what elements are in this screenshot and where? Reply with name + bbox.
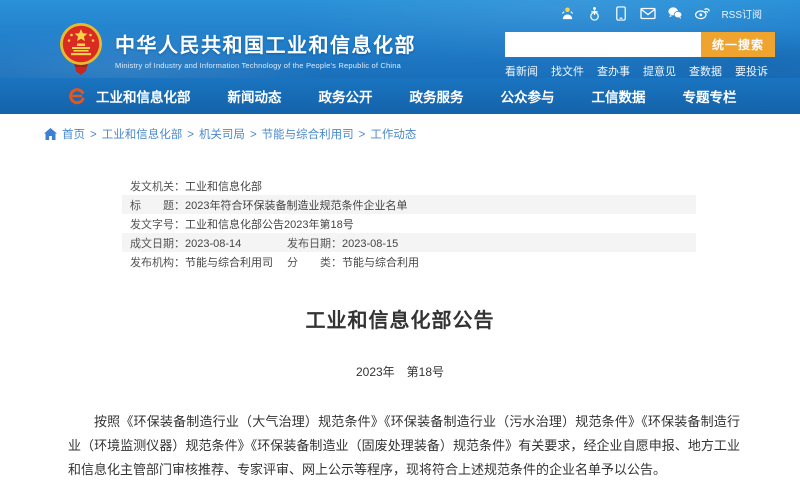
meta-cell: 成文日期：2023-08-14	[130, 235, 287, 251]
mobile-icon[interactable]	[613, 5, 629, 21]
rss-link[interactable]: RSS订阅	[721, 6, 762, 21]
nav-item[interactable]: 工业和信息化部	[96, 86, 191, 106]
nav-item[interactable]: 公众参与	[501, 86, 555, 106]
nav-item[interactable]: 工信数据	[592, 86, 646, 106]
breadcrumb-separator: >	[187, 129, 194, 141]
quick-link[interactable]: 找文件	[551, 63, 584, 78]
breadcrumb-items: 首页 > 工业和信息化部 > 机关司局 > 节能与综合利用司 > 工作动态>	[62, 126, 416, 142]
meta-label: 标 题：	[130, 200, 185, 212]
meta-row: 成文日期：2023-08-14 发布日期：2023-08-15	[122, 233, 696, 252]
document-number: 2023年 第18号	[0, 363, 800, 380]
doc-meta-table: 发文机关：工业和信息化部 标 题：2023年符合环保装备制造业规范条件企业名单 …	[122, 176, 696, 271]
meta-row: 发文字号：工业和信息化部公告2023年第18号	[122, 214, 696, 233]
document-body: 按照《环保装备制造行业（大气治理）规范条件》《环保装备制造行业（污水治理）规范条…	[0, 380, 800, 482]
nav-item[interactable]: 政务服务	[410, 86, 464, 106]
breadcrumb: 首页 > 工业和信息化部 > 机关司局 > 节能与综合利用司 > 工作动态>	[0, 114, 800, 142]
breadcrumb-item: 工业和信息化部 >	[102, 129, 199, 141]
national-emblem-icon	[56, 22, 106, 76]
accessibility-icon[interactable]	[586, 5, 602, 21]
nav-item[interactable]: 专题专栏	[683, 86, 737, 106]
quick-link[interactable]: 看新闻	[505, 63, 538, 78]
meta-cell: 发布机构：节能与综合利用司	[130, 254, 287, 270]
paragraph: 按照《环保装备制造行业（大气治理）规范条件》《环保装备制造行业（污水治理）规范条…	[68, 410, 740, 482]
quick-links: 看新闻找文件查办事提意见查数据要投诉	[505, 63, 775, 78]
site-title: 中华人民共和国工业和信息化部	[115, 29, 416, 58]
meta-label: 发布机构：	[130, 257, 185, 269]
breadcrumb-item: 工作动态>	[370, 129, 416, 141]
content: 首页>工业和信息化部>机关司局>节能与综合利用司>工作动态> 发文机关：工业和信…	[0, 114, 800, 482]
meta-value: 工业和信息化部公告2023年第18号	[185, 219, 354, 231]
quick-link[interactable]: 提意见	[643, 63, 676, 78]
meta-row: 发文机关：工业和信息化部	[122, 176, 696, 195]
sign-language-icon[interactable]	[559, 5, 575, 21]
breadcrumb-item: 机关司局 >	[199, 129, 262, 141]
weibo-icon[interactable]	[694, 5, 710, 21]
meta-label: 发文字号：	[130, 219, 185, 231]
meta-label: 发文机关：	[130, 181, 185, 193]
site-header: RSS订阅 中华人民共和国工业和信息化部	[0, 0, 800, 78]
meta-label: 发布日期：	[287, 238, 342, 250]
meta-value: 节能与综合利用司	[185, 257, 273, 269]
breadcrumb-separator: >	[250, 129, 257, 141]
meta-value: 2023-08-14	[185, 238, 241, 250]
brand-text: 中华人民共和国工业和信息化部 Ministry of Industry and …	[115, 29, 416, 70]
breadcrumb-separator: >	[359, 129, 366, 141]
nav-logo-icon	[66, 85, 88, 107]
breadcrumb-link[interactable]: 首页	[62, 129, 85, 141]
meta-cell: 发文机关：工业和信息化部	[130, 178, 287, 194]
meta-label: 分 类：	[287, 257, 342, 269]
breadcrumb-link[interactable]: 工作动态	[370, 129, 416, 141]
wechat-icon[interactable]	[667, 5, 683, 21]
brand: 中华人民共和国工业和信息化部 Ministry of Industry and …	[56, 22, 416, 76]
meta-cell: 发文字号：工业和信息化部公告2023年第18号	[130, 216, 354, 232]
home-icon[interactable]	[44, 128, 57, 140]
breadcrumb-link[interactable]: 节能与综合利用司	[262, 129, 354, 141]
meta-cell: 分 类：节能与综合利用	[287, 254, 419, 270]
page: RSS订阅 中华人民共和国工业和信息化部	[0, 0, 800, 482]
quick-link[interactable]: 查办事	[597, 63, 630, 78]
meta-cell: 标 题：2023年符合环保装备制造业规范条件企业名单	[130, 197, 407, 213]
main-nav: 工业和信息化部 新闻动态 政务公开 政务服务 公众参与 工信数据 专题专栏	[0, 78, 800, 114]
nav-item[interactable]: 新闻动态	[228, 86, 282, 106]
nav-item[interactable]: 政务公开	[319, 86, 373, 106]
meta-row: 发布机构：节能与综合利用司 分 类：节能与综合利用	[122, 252, 696, 271]
breadcrumb-separator: >	[90, 129, 97, 141]
breadcrumb-link[interactable]: 机关司局	[199, 129, 245, 141]
topbar: RSS订阅	[559, 5, 762, 21]
meta-cell: 发布日期：2023-08-15	[287, 235, 398, 251]
meta-value: 节能与综合利用	[342, 257, 419, 269]
breadcrumb-link[interactable]: 工业和信息化部	[102, 129, 183, 141]
breadcrumb-item: 首页 >	[62, 129, 102, 141]
mail-icon[interactable]	[640, 5, 656, 21]
meta-label: 成文日期：	[130, 238, 185, 250]
meta-value: 工业和信息化部	[185, 181, 262, 193]
meta-row: 标 题：2023年符合环保装备制造业规范条件企业名单	[122, 195, 696, 214]
nav-items: 工业和信息化部 新闻动态 政务公开 政务服务 公众参与 工信数据 专题专栏	[96, 86, 774, 106]
search-button[interactable]: 统一搜索	[701, 32, 775, 57]
document-title: 工业和信息化部公告	[0, 304, 800, 333]
breadcrumb-item: 节能与综合利用司 >	[262, 129, 371, 141]
search-area: 统一搜索 看新闻找文件查办事提意见查数据要投诉	[505, 32, 775, 78]
meta-value: 2023-08-15	[342, 238, 398, 250]
search-input[interactable]	[505, 32, 701, 57]
quick-link[interactable]: 查数据	[689, 63, 722, 78]
quick-link[interactable]: 要投诉	[735, 63, 768, 78]
site-subtitle: Ministry of Industry and Information Tec…	[115, 61, 416, 70]
meta-value: 2023年符合环保装备制造业规范条件企业名单	[185, 200, 407, 212]
